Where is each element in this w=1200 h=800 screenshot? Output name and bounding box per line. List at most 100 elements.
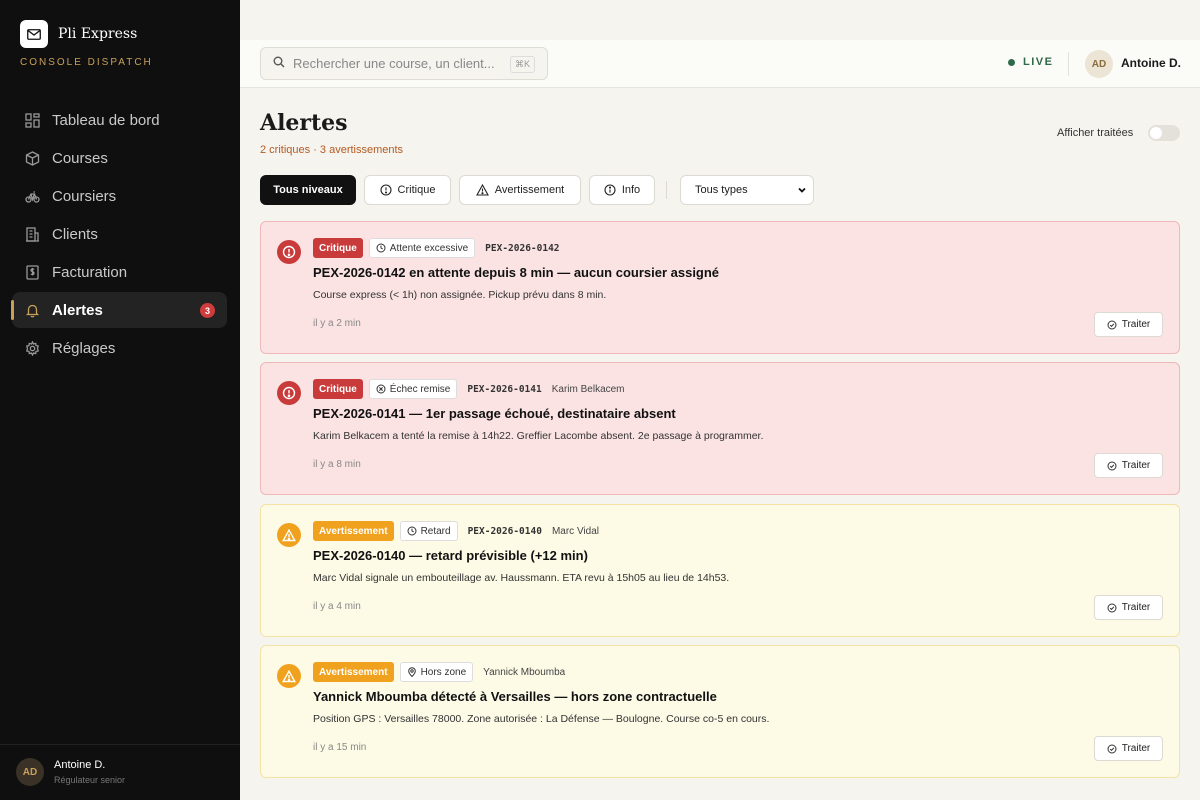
clock-icon (407, 526, 417, 536)
type-tag: Retard (399, 521, 458, 541)
warning-triangle-icon (277, 523, 301, 547)
sidebar-item-alertes[interactable]: Alertes 3 (11, 292, 227, 328)
course-ref[interactable]: PEX-2026-0140 (468, 526, 542, 537)
type-label: Hors zone (420, 666, 467, 678)
brand[interactable]: Pli Express (20, 20, 137, 48)
type-select[interactable]: Tous types (680, 175, 814, 205)
handle-button-label: Traiter (1121, 602, 1151, 613)
alert-time: il y a 2 min (313, 318, 361, 329)
sidebar-item-courses[interactable]: Courses (12, 140, 227, 176)
show-handled-toggle[interactable] (1148, 125, 1180, 141)
alert-time: il y a 8 min (313, 459, 361, 470)
building-icon (24, 226, 40, 242)
sidebar: Pli Express CONSOLE DISPATCH Tableau de … (0, 0, 240, 800)
alert-circle-icon (379, 184, 392, 196)
search-input[interactable]: Rechercher une course, un client... ⌘K (260, 47, 548, 80)
user-name[interactable]: Antoine D. (1121, 56, 1181, 70)
sidebar-item-clients[interactable]: Clients (12, 216, 227, 252)
alert-title: PEX-2026-0140 — retard prévisible (+12 m… (313, 548, 588, 563)
filter-avertissement[interactable]: Avertissement (459, 175, 581, 205)
filter-all-levels[interactable]: Tous niveaux (260, 175, 356, 205)
map-pin-icon (407, 667, 417, 677)
alert-card[interactable]: Avertissement Retard PEX-2026-0140 Marc … (260, 504, 1180, 637)
handle-button[interactable]: Traiter (1094, 736, 1163, 761)
alert-time: il y a 15 min (313, 742, 367, 753)
toggle-knob (1150, 127, 1162, 139)
sidebar-item-label: Facturation (52, 263, 128, 281)
alert-tags: Avertissement Retard PEX-2026-0140 Marc … (313, 521, 599, 541)
search-placeholder: Rechercher une course, un client... (293, 56, 495, 71)
alert-tags: Critique Échec remise PEX-2026-0141 Kari… (313, 379, 625, 399)
alert-tags: Critique Attente excessive PEX-2026-0142 (313, 238, 560, 258)
alert-description: Marc Vidal signale un embouteillage av. … (313, 572, 730, 584)
course-ref[interactable]: PEX-2026-0142 (485, 243, 559, 254)
show-handled-label: Afficher traitées (1057, 127, 1134, 139)
alert-circle-icon (277, 240, 301, 264)
alert-card[interactable]: Avertissement Hors zone Yannick Mboumba … (260, 645, 1180, 778)
sidebar-item-label: Clients (52, 225, 98, 243)
divider (1068, 52, 1069, 76)
alert-card[interactable]: Critique Échec remise PEX-2026-0141 Kari… (260, 362, 1180, 495)
alert-description: Position GPS : Versailles 78000. Zone au… (313, 713, 770, 725)
type-tag: Échec remise (368, 379, 458, 399)
courier-name[interactable]: Marc Vidal (552, 526, 599, 537)
filter-info[interactable]: Info (589, 175, 655, 205)
check-circle-icon (1107, 320, 1117, 330)
x-circle-icon (376, 384, 386, 394)
user-role: Régulateur senior (54, 775, 126, 785)
level-badge: Critique (313, 379, 363, 399)
avatar: AD (16, 758, 44, 786)
handle-button[interactable]: Traiter (1094, 595, 1163, 620)
sidebar-item-label: Alertes (52, 301, 103, 319)
sidebar-user[interactable]: AD Antoine D. Régulateur senior (0, 744, 240, 800)
alert-time: il y a 4 min (313, 601, 361, 612)
sidebar-item-label: Réglages (52, 339, 116, 357)
check-circle-icon (1107, 461, 1117, 471)
filter-critique[interactable]: Critique (364, 175, 451, 205)
type-label: Retard (420, 525, 451, 537)
sidebar-item-label: Courses (52, 149, 108, 167)
course-ref[interactable]: PEX-2026-0141 (467, 384, 541, 395)
alert-title: PEX-2026-0141 — 1er passage échoué, dest… (313, 406, 676, 421)
invoice-icon (24, 264, 40, 280)
live-dot-icon (1008, 58, 1015, 66)
filter-label: Tous niveaux (273, 184, 343, 196)
type-label: Attente excessive (389, 242, 469, 254)
avatar[interactable]: AD (1085, 50, 1113, 78)
info-icon (604, 184, 616, 196)
search-icon (273, 55, 285, 73)
type-tag: Hors zone (399, 662, 474, 682)
check-circle-icon (1107, 744, 1117, 754)
handle-button-label: Traiter (1121, 743, 1151, 754)
sidebar-item-coursiers[interactable]: Coursiers (12, 178, 227, 214)
check-circle-icon (1107, 603, 1117, 613)
alert-circle-icon (277, 381, 301, 405)
level-badge: Avertissement (313, 521, 394, 541)
bell-icon (24, 302, 40, 318)
alert-count-badge: 3 (200, 303, 215, 318)
sidebar-item-tableau-de-bord[interactable]: Tableau de bord (12, 102, 227, 138)
brand-subtitle: CONSOLE DISPATCH (20, 57, 153, 68)
handle-button[interactable]: Traiter (1094, 312, 1163, 337)
type-label: Échec remise (389, 383, 451, 395)
dashboard-icon (24, 112, 40, 128)
filter-label: Info (621, 184, 641, 196)
handle-button-label: Traiter (1121, 460, 1151, 471)
package-icon (24, 150, 40, 166)
alert-title: PEX-2026-0142 en attente depuis 8 min — … (313, 265, 720, 280)
handle-button[interactable]: Traiter (1094, 453, 1163, 478)
warning-triangle-icon (277, 664, 301, 688)
alert-card[interactable]: Critique Attente excessive PEX-2026-0142… (260, 221, 1180, 354)
courier-name[interactable]: Karim Belkacem (552, 384, 625, 395)
alert-tags: Avertissement Hors zone Yannick Mboumba (313, 662, 565, 682)
courier-name[interactable]: Yannick Mboumba (483, 667, 565, 678)
filter-label: Avertissement (494, 184, 565, 196)
level-badge: Avertissement (313, 662, 394, 682)
sidebar-item-label: Tableau de bord (52, 111, 160, 129)
sidebar-item-facturation[interactable]: Facturation (12, 254, 227, 290)
level-badge: Critique (313, 238, 363, 258)
brand-name: Pli Express (58, 26, 138, 42)
keyboard-shortcut: ⌘K (509, 56, 535, 73)
envelope-icon (20, 20, 48, 48)
sidebar-item-reglages[interactable]: Réglages (12, 330, 227, 366)
